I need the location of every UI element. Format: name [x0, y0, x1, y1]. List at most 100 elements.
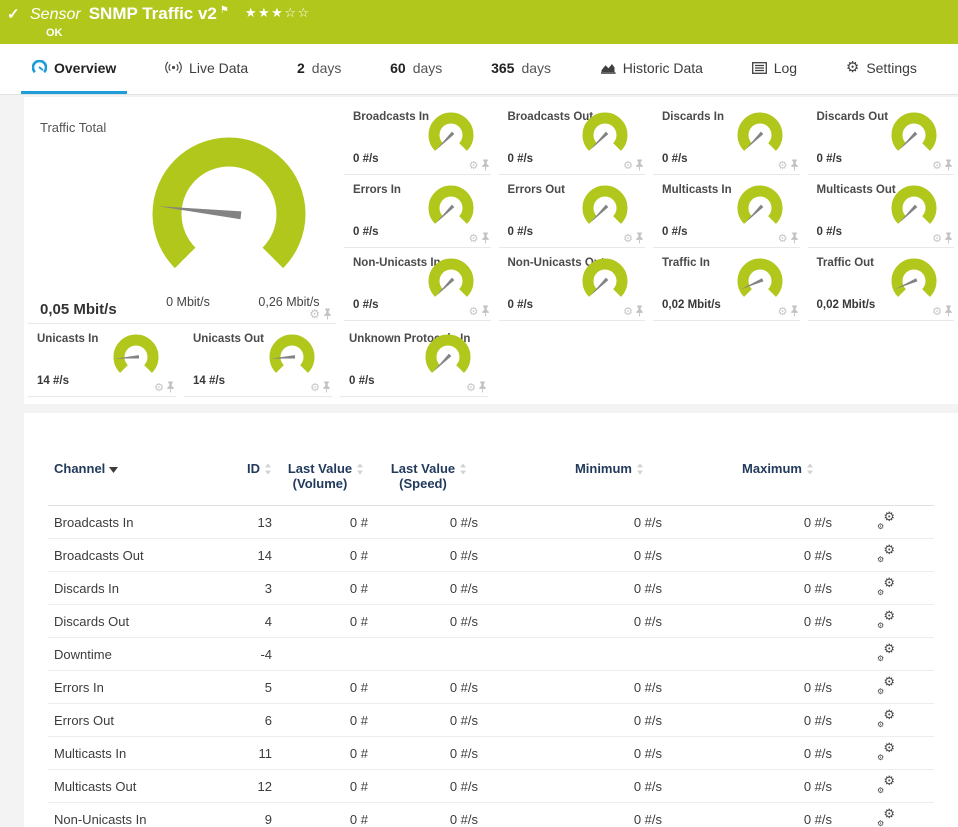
- tab-bar: Overview Live Data 2days 60days 365days Histo…: [0, 44, 958, 95]
- pin-icon[interactable]: [322, 381, 331, 393]
- cell-id: 5: [216, 671, 278, 704]
- cell-channel[interactable]: Discards In: [48, 572, 216, 605]
- pin-icon[interactable]: [944, 232, 953, 244]
- cell-channel[interactable]: Broadcasts Out: [48, 539, 216, 572]
- gauge-title: Discards In: [662, 111, 724, 123]
- channel-table-panel: ChannelIDLast Value(Volume)Last Value(Sp…: [24, 413, 958, 827]
- cell-minimum: [484, 638, 668, 671]
- column-header-last-value[interactable]: Last Value(Volume): [278, 453, 374, 506]
- sensor-status-header: ✓ SensorSNMP Traffic v2⚑★★★☆☆ OK: [0, 0, 958, 44]
- gauge-title: Errors In: [353, 184, 401, 196]
- channel-settings-gears-icon[interactable]: ⚙⚙: [877, 579, 895, 595]
- cell-last-speed: 0 #/s: [374, 539, 484, 572]
- tab-2-days[interactable]: 2days: [286, 44, 352, 94]
- gauge-value: 0 #/s: [508, 226, 534, 238]
- channel-settings-gears-icon[interactable]: ⚙⚙: [877, 546, 895, 562]
- pin-icon[interactable]: [166, 381, 175, 393]
- gauge-settings-gear-icon[interactable]: ⚙: [623, 306, 633, 317]
- gauge-settings-gear-icon[interactable]: ⚙: [154, 382, 164, 393]
- cell-channel[interactable]: Downtime: [48, 638, 216, 671]
- cell-last-volume: 0 #: [278, 572, 374, 605]
- gauge-settings-gear-icon[interactable]: ⚙: [466, 382, 476, 393]
- column-header-id[interactable]: ID: [216, 453, 278, 506]
- channel-settings-gears-icon[interactable]: ⚙⚙: [877, 612, 895, 628]
- column-header-channel[interactable]: Channel: [48, 453, 216, 506]
- cell-channel[interactable]: Multicasts In: [48, 737, 216, 770]
- cell-minimum: 0 #/s: [484, 770, 668, 803]
- cell-channel[interactable]: Broadcasts In: [48, 506, 216, 539]
- tab-log[interactable]: Log: [741, 44, 808, 94]
- tab-60-days[interactable]: 60days: [379, 44, 453, 94]
- pin-icon[interactable]: [481, 159, 490, 171]
- tab-historic-data[interactable]: Historic Data: [589, 44, 714, 94]
- pin-icon[interactable]: [481, 305, 490, 317]
- gauge-value: 0 #/s: [662, 153, 688, 165]
- cell-maximum: 0 #/s: [668, 539, 838, 572]
- gauge-title: Multicasts Out: [817, 184, 896, 196]
- gauge-settings-gear-icon[interactable]: ⚙: [469, 306, 479, 317]
- gauge-dial: [427, 258, 475, 302]
- tab-365-days[interactable]: 365days: [480, 44, 562, 94]
- tab-label: Settings: [866, 60, 917, 76]
- cell-last-speed: 0 #/s: [374, 737, 484, 770]
- channel-settings-gears-icon[interactable]: ⚙⚙: [877, 645, 895, 661]
- table-row: Multicasts In110 #0 #/s0 #/s0 #/s⚙⚙: [48, 737, 934, 770]
- settings-gear-icon: ⚙: [846, 60, 859, 75]
- priority-stars[interactable]: ★★★☆☆: [245, 6, 311, 21]
- gauge-settings-gear-icon[interactable]: ⚙: [932, 160, 942, 171]
- cell-channel[interactable]: Discards Out: [48, 605, 216, 638]
- cell-channel[interactable]: Errors In: [48, 671, 216, 704]
- channel-settings-gears-icon[interactable]: ⚙⚙: [877, 678, 895, 694]
- cell-channel[interactable]: Multicasts Out: [48, 770, 216, 803]
- gauge-title: Traffic In: [662, 257, 710, 269]
- channel-settings-gears-icon[interactable]: ⚙⚙: [877, 711, 895, 727]
- gauge-settings-gear-icon[interactable]: ⚙: [623, 160, 633, 171]
- cell-channel[interactable]: Errors Out: [48, 704, 216, 737]
- pin-icon[interactable]: [944, 305, 953, 317]
- pin-icon[interactable]: [323, 308, 332, 320]
- column-header-maximum[interactable]: Maximum: [668, 453, 838, 506]
- gauge-settings-gear-icon[interactable]: ⚙: [310, 382, 320, 393]
- tab-label: days: [413, 60, 443, 76]
- pin-icon[interactable]: [635, 159, 644, 171]
- pin-icon[interactable]: [635, 305, 644, 317]
- channel-settings-gears-icon[interactable]: ⚙⚙: [877, 744, 895, 760]
- sort-icon: [109, 461, 118, 476]
- cell-channel[interactable]: Non-Unicasts In: [48, 803, 216, 827]
- cell-last-speed: 0 #/s: [374, 803, 484, 827]
- gauge-settings-gear-icon[interactable]: ⚙: [778, 160, 788, 171]
- cell-maximum: 0 #/s: [668, 737, 838, 770]
- cell-minimum: 0 #/s: [484, 671, 668, 704]
- channel-settings-gears-icon[interactable]: ⚙⚙: [877, 777, 895, 793]
- flag-icon[interactable]: ⚑: [220, 5, 229, 16]
- cell-last-volume: 0 #: [278, 704, 374, 737]
- sort-icon: [356, 461, 364, 478]
- tab-settings[interactable]: ⚙ Settings: [835, 44, 928, 94]
- gauge-settings-gear-icon[interactable]: ⚙: [932, 233, 942, 244]
- pin-icon[interactable]: [478, 381, 487, 393]
- pin-icon[interactable]: [790, 232, 799, 244]
- gauge-settings-gear-icon[interactable]: ⚙: [778, 306, 788, 317]
- gauge-settings-gear-icon[interactable]: ⚙: [309, 308, 320, 320]
- pin-icon[interactable]: [790, 305, 799, 317]
- pin-icon[interactable]: [944, 159, 953, 171]
- channel-settings-gears-icon[interactable]: ⚙⚙: [877, 513, 895, 529]
- pin-icon[interactable]: [481, 232, 490, 244]
- gauge-settings-gear-icon[interactable]: ⚙: [932, 306, 942, 317]
- gauge-settings-gear-icon[interactable]: ⚙: [469, 160, 479, 171]
- gauge-settings-gear-icon[interactable]: ⚙: [778, 233, 788, 244]
- column-header-last-value[interactable]: Last Value(Speed): [374, 453, 484, 506]
- pin-icon[interactable]: [635, 232, 644, 244]
- tab-live-data[interactable]: Live Data: [154, 44, 259, 94]
- cell-maximum: 0 #/s: [668, 506, 838, 539]
- gauge-settings-gear-icon[interactable]: ⚙: [623, 233, 633, 244]
- tab-overview[interactable]: Overview: [21, 44, 127, 94]
- column-header-minimum[interactable]: Minimum: [484, 453, 668, 506]
- log-icon: [752, 62, 767, 74]
- gauge-settings-gear-icon[interactable]: ⚙: [469, 233, 479, 244]
- channel-settings-gears-icon[interactable]: ⚙⚙: [877, 810, 895, 826]
- gauge-value: 0 #/s: [353, 226, 379, 238]
- pin-icon[interactable]: [790, 159, 799, 171]
- live-data-icon: [165, 61, 182, 74]
- sort-icon: [264, 461, 272, 478]
